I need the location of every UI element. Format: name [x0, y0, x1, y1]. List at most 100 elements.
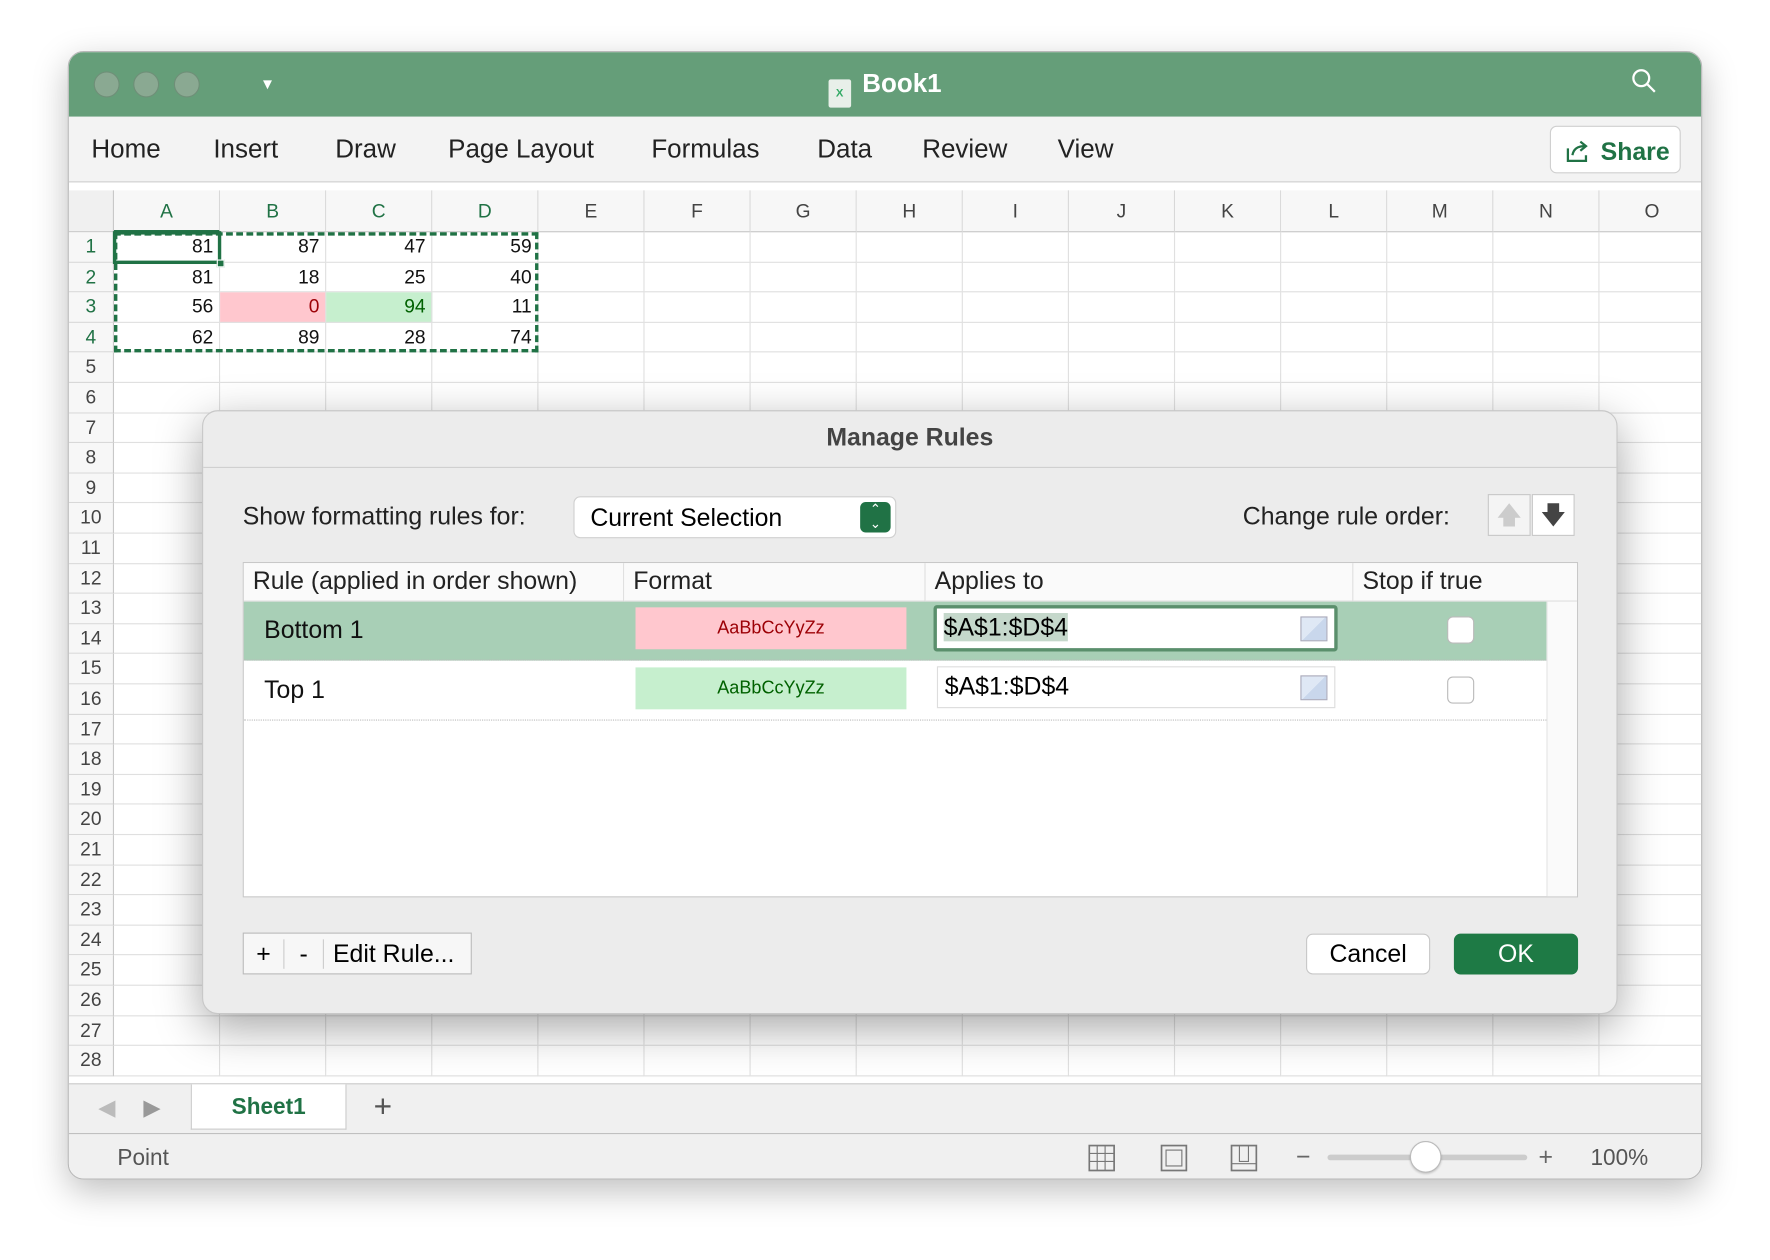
show-rules-select[interactable]: Current Selection ⌃ ⌄: [573, 496, 897, 539]
row-header[interactable]: 7: [68, 413, 115, 444]
cell-b3[interactable]: 0: [220, 292, 327, 323]
tab-draw[interactable]: Draw: [335, 134, 396, 165]
cell-l1[interactable]: [1281, 232, 1388, 263]
cell-k2[interactable]: [1175, 262, 1282, 293]
cell-i2[interactable]: [962, 262, 1069, 293]
row-header[interactable]: 9: [68, 473, 115, 504]
cell-j27[interactable]: [1068, 1015, 1176, 1047]
row-header[interactable]: 1: [68, 232, 115, 263]
cell-k4[interactable]: [1175, 322, 1282, 353]
column-header[interactable]: L: [1281, 190, 1388, 233]
row-header[interactable]: 10: [68, 503, 115, 534]
cell-b2[interactable]: 18: [220, 262, 327, 293]
row-header[interactable]: 6: [68, 382, 115, 414]
cell-h1[interactable]: [856, 232, 963, 263]
tab-home[interactable]: Home: [91, 134, 160, 165]
cell-a3[interactable]: 56: [114, 292, 221, 323]
stop-if-true-checkbox[interactable]: [1447, 616, 1475, 644]
cell-o28[interactable]: [1599, 1046, 1702, 1077]
cell-f6[interactable]: [644, 382, 751, 414]
cell-d4[interactable]: 74: [432, 322, 539, 353]
cell-n4[interactable]: [1493, 322, 1600, 353]
cell-i4[interactable]: [962, 322, 1069, 353]
cell-e28[interactable]: [538, 1046, 645, 1077]
search-icon[interactable]: [1631, 68, 1656, 93]
add-sheet-button[interactable]: +: [374, 1089, 392, 1125]
cell-k1[interactable]: [1175, 232, 1282, 263]
cell-g28[interactable]: [750, 1046, 857, 1077]
row-header[interactable]: 28: [68, 1046, 115, 1077]
column-header[interactable]: N: [1493, 190, 1600, 233]
cell-k5[interactable]: [1175, 352, 1282, 383]
cell-n28[interactable]: [1493, 1046, 1600, 1077]
cell-d27[interactable]: [432, 1015, 539, 1047]
cell-g5[interactable]: [750, 352, 857, 383]
cell-l3[interactable]: [1281, 292, 1388, 323]
cell-j2[interactable]: [1068, 262, 1176, 293]
zoom-out-button[interactable]: −: [1296, 1142, 1311, 1171]
cell-c1[interactable]: 47: [326, 232, 433, 263]
cell-f1[interactable]: [644, 232, 751, 263]
cell-a5[interactable]: [114, 352, 221, 383]
range-picker-icon[interactable]: [1300, 616, 1328, 642]
cell-m1[interactable]: [1387, 232, 1494, 263]
fill-handle[interactable]: [216, 259, 225, 267]
column-header[interactable]: B: [220, 190, 327, 233]
column-header[interactable]: C: [326, 190, 433, 233]
cell-i3[interactable]: [962, 292, 1069, 323]
cell-m3[interactable]: [1387, 292, 1494, 323]
move-down-button[interactable]: 🡇: [1531, 494, 1575, 536]
cell-i1[interactable]: [962, 232, 1069, 263]
cell-e27[interactable]: [538, 1015, 645, 1047]
rule-row-bottom-1[interactable]: Bottom 1 AaBbCcYyZz $A$1:$D$4: [243, 601, 1547, 661]
cell-j3[interactable]: [1068, 292, 1176, 323]
zoom-in-button[interactable]: +: [1539, 1142, 1554, 1171]
cell-d5[interactable]: [432, 352, 539, 383]
cell-a4[interactable]: 62: [114, 322, 221, 353]
tab-data[interactable]: Data: [817, 134, 872, 165]
cell-c6[interactable]: [326, 382, 433, 414]
cell-j4[interactable]: [1068, 322, 1176, 353]
cell-d3[interactable]: 11: [432, 292, 539, 323]
tab-view[interactable]: View: [1058, 134, 1114, 165]
remove-rule-button[interactable]: -: [284, 939, 324, 969]
column-header[interactable]: D: [432, 190, 539, 233]
next-sheet-icon[interactable]: ▶: [143, 1093, 160, 1121]
row-header[interactable]: 26: [68, 985, 115, 1016]
cell-a2[interactable]: 81: [114, 262, 221, 293]
cell-j5[interactable]: [1068, 352, 1176, 383]
row-header[interactable]: 8: [68, 443, 115, 474]
cell-f4[interactable]: [644, 322, 751, 353]
row-header[interactable]: 14: [68, 624, 115, 655]
row-header[interactable]: 22: [68, 865, 115, 896]
tab-formulas[interactable]: Formulas: [651, 134, 759, 165]
sheet-tab-sheet1[interactable]: Sheet1: [190, 1084, 347, 1130]
cell-h6[interactable]: [856, 382, 963, 414]
cell-a28[interactable]: [114, 1046, 221, 1077]
cell-g6[interactable]: [750, 382, 857, 414]
cell-o6[interactable]: [1599, 383, 1702, 414]
cell-l6[interactable]: [1281, 382, 1388, 414]
cell-c2[interactable]: 25: [326, 262, 433, 293]
row-header[interactable]: 25: [68, 955, 115, 986]
add-rule-button[interactable]: +: [244, 939, 285, 969]
prev-sheet-icon[interactable]: ◀: [98, 1093, 115, 1121]
row-header[interactable]: 3: [68, 292, 115, 323]
cell-i28[interactable]: [962, 1046, 1069, 1077]
row-header[interactable]: 13: [68, 593, 115, 625]
column-header[interactable]: A: [114, 190, 221, 233]
cancel-button[interactable]: Cancel: [1306, 933, 1431, 975]
cell-g4[interactable]: [750, 322, 857, 353]
scrollbar[interactable]: [1546, 601, 1577, 897]
row-header[interactable]: 27: [68, 1015, 115, 1047]
cell-l5[interactable]: [1281, 352, 1388, 383]
cell-g3[interactable]: [750, 292, 857, 323]
cell-j1[interactable]: [1068, 232, 1176, 263]
column-header[interactable]: F: [644, 190, 751, 233]
row-header[interactable]: 19: [68, 774, 115, 805]
cell-b5[interactable]: [220, 352, 327, 383]
cell-f3[interactable]: [644, 292, 751, 323]
applies-to-input[interactable]: $A$1:$D$4: [933, 605, 1338, 652]
cell-m5[interactable]: [1387, 352, 1494, 383]
cell-e3[interactable]: [538, 292, 645, 323]
